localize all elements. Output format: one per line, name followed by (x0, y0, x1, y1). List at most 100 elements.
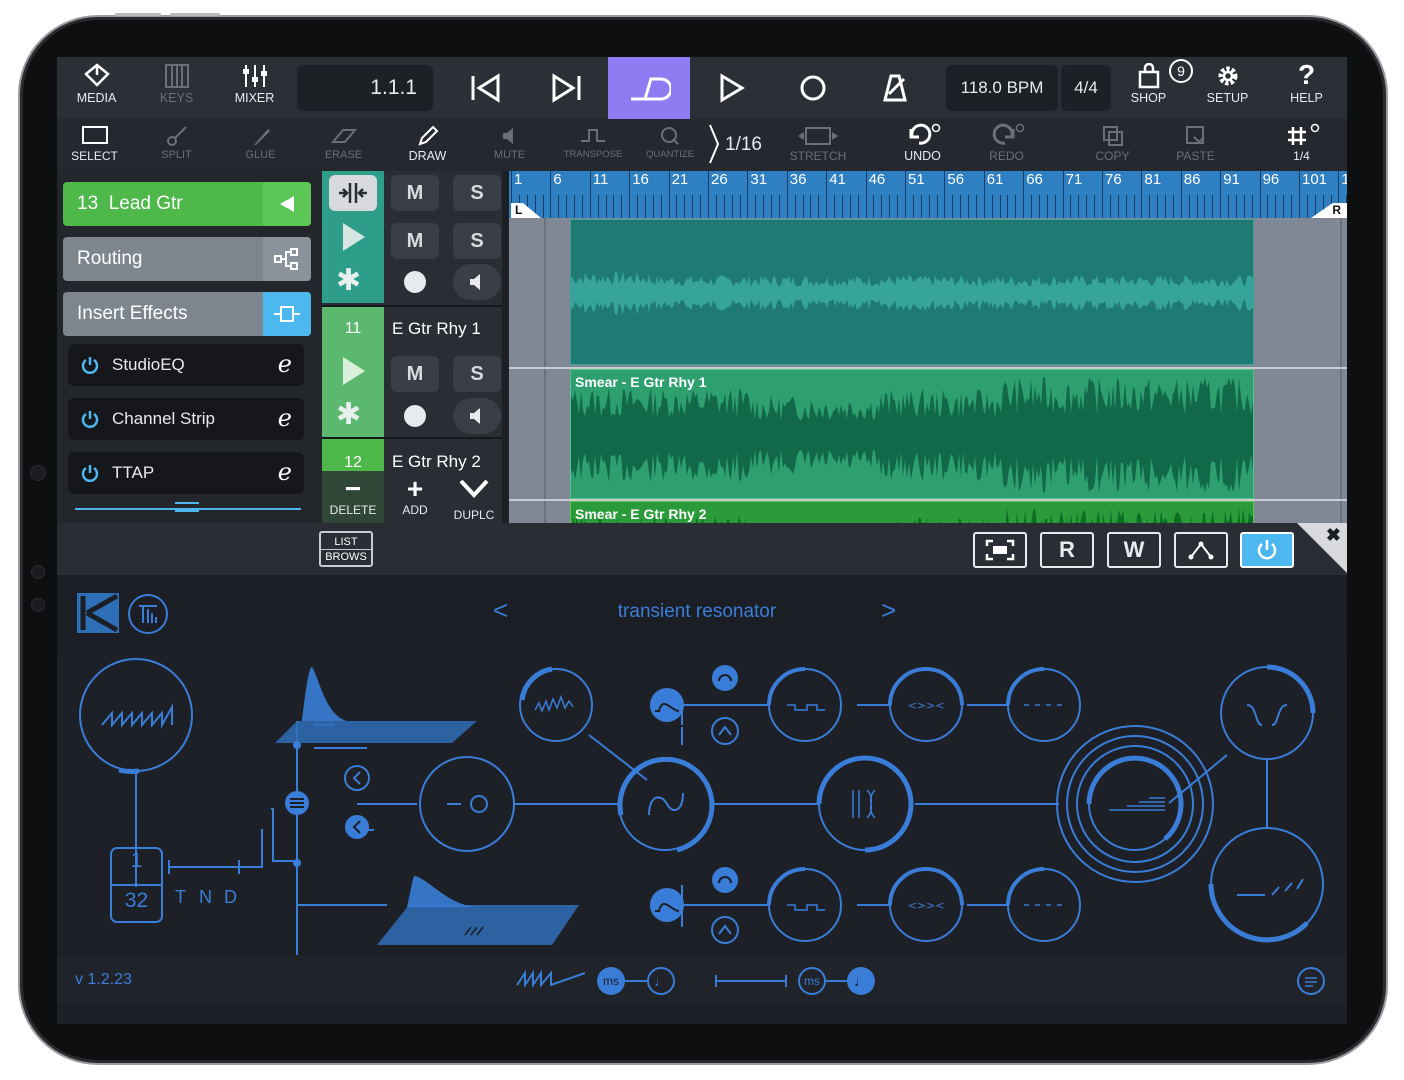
ruler-bar-number: 91 (1223, 171, 1240, 188)
ruler-tick (1283, 195, 1285, 218)
record-enable-button[interactable] (391, 264, 439, 300)
list-browse-button[interactable]: LIST BROWS (319, 531, 373, 567)
plugin-slot[interactable]: TTAP e (68, 452, 304, 494)
copy-button[interactable]: COPY (1085, 125, 1140, 163)
add-track-button[interactable]: + ADD (384, 475, 446, 518)
mute-button[interactable]: M (391, 356, 439, 392)
track-name[interactable]: E Gtr Rhy 1 (392, 319, 481, 339)
plugin-menu-button[interactable] (1297, 967, 1325, 995)
insert-effects-section[interactable]: Insert Effects (63, 292, 311, 336)
copy-icon (1102, 126, 1123, 146)
monitor-icon[interactable] (335, 353, 371, 394)
monitor-speaker-button[interactable] (453, 398, 501, 434)
insert-icon-button[interactable] (263, 292, 311, 336)
freeze-icon[interactable]: ✱ (336, 400, 361, 430)
glue-tool[interactable]: GLUE (233, 125, 288, 161)
stretch-tool[interactable]: STRETCH (787, 125, 849, 163)
record-enable-button[interactable] (391, 398, 439, 434)
go-to-start-button[interactable] (444, 57, 526, 119)
ruler-tick (723, 195, 725, 218)
setup-button[interactable]: SETUP (1200, 63, 1255, 105)
write-automation-button[interactable]: W (1107, 532, 1161, 568)
mute-button[interactable]: M (391, 223, 439, 259)
play-button[interactable] (690, 57, 772, 119)
routing-section[interactable]: Routing (63, 237, 311, 281)
solo-button[interactable]: S (453, 223, 501, 259)
edit-icon[interactable]: e (278, 352, 292, 376)
delete-track-button[interactable]: − DELETE (322, 475, 384, 518)
rate-numerator[interactable]: 1 (111, 849, 162, 873)
edit-icon[interactable]: e (278, 406, 292, 430)
tnd-n[interactable]: N (199, 887, 212, 908)
note-toggle[interactable]: ♩ (647, 967, 675, 995)
draw-tool[interactable]: DRAW (400, 125, 455, 163)
monitor-speaker-button[interactable] (453, 264, 501, 300)
tnd-d[interactable]: D (224, 887, 237, 908)
split-tool[interactable]: SPLIT (149, 125, 204, 161)
help-button[interactable]: ? HELP (1279, 61, 1334, 106)
arrange-window: 1 6 11 16 21 26 31 36 41 46 51 56 61 66 71 76 81 86 91 96 10… (509, 171, 1347, 581)
ms-toggle-off[interactable]: ms (798, 967, 826, 995)
ruler[interactable]: 1 6 11 16 21 26 31 36 41 46 51 56 61 66 71 76 81 86 91 96 10… (509, 171, 1347, 218)
plugin-slot[interactable]: Channel Strip e (68, 398, 304, 440)
freeze-icon[interactable]: ✱ (336, 266, 361, 296)
metronome-button[interactable] (854, 57, 936, 119)
power-icon[interactable] (80, 355, 100, 375)
cycle-button[interactable] (608, 57, 690, 119)
read-automation-button[interactable]: R (1040, 532, 1094, 568)
erase-tool[interactable]: ERASE (316, 125, 371, 161)
edit-icon[interactable]: e (278, 460, 292, 484)
fit-window-button[interactable] (973, 532, 1027, 568)
quantize-value[interactable]: 1/16 (725, 134, 762, 156)
preset-prev-button[interactable]: < (493, 595, 508, 626)
inspector-track-header[interactable]: 13 Lead Gtr (63, 182, 311, 226)
solo-button[interactable]: S (453, 356, 501, 392)
ruler-tick (834, 195, 836, 218)
grid-button[interactable]: 1/4 (1274, 123, 1329, 163)
go-to-end-button[interactable] (526, 57, 608, 119)
paste-button[interactable]: PASTE (1168, 125, 1223, 163)
audio-event[interactable]: Smear - E Gtr Rhy 1 (570, 369, 1254, 499)
waveform (571, 271, 1253, 315)
signature-display[interactable]: 4/4 (1061, 65, 1111, 111)
redo-button[interactable]: REDO (979, 123, 1034, 163)
mute-tool[interactable]: MUTE (482, 125, 537, 161)
position-display[interactable]: 1.1.1 (297, 65, 433, 111)
routing-icon-button[interactable] (263, 237, 311, 281)
duplicate-track-button[interactable]: DUPLC (446, 475, 502, 522)
rate-denominator[interactable]: 32 (111, 889, 162, 913)
preset-name[interactable]: transient resonator (577, 601, 817, 623)
automation-curve-button[interactable] (1174, 532, 1228, 568)
tnd-t[interactable]: T (175, 887, 186, 908)
resize-grip-icon[interactable] (175, 502, 199, 512)
undo-button[interactable]: UNDO (895, 123, 950, 163)
quantize-tool[interactable]: QUANTIZE (639, 125, 701, 160)
transpose-tool[interactable]: TRANSPOSE (559, 125, 627, 160)
track-name[interactable]: E Gtr Rhy 2 (392, 452, 481, 472)
media-button[interactable]: MEDIA (69, 63, 124, 105)
power-icon[interactable] (80, 463, 100, 483)
preset-next-button[interactable]: > (881, 595, 896, 626)
note-toggle-on[interactable]: ♩ (847, 967, 875, 995)
mixer-button[interactable]: MIXER (227, 63, 282, 105)
monitor-icon[interactable] (335, 219, 371, 260)
collapse-button[interactable] (263, 182, 311, 226)
shop-button[interactable]: SHOP (1121, 63, 1176, 105)
tempo-display[interactable]: 118.0 BPM (946, 65, 1058, 111)
plugin-slot[interactable]: StudioEQ e (68, 344, 304, 386)
mute-all-button[interactable]: M (391, 175, 439, 211)
ruler-tick (700, 195, 702, 218)
ruler-tick (652, 195, 654, 218)
ruler-tick (1094, 195, 1096, 218)
select-tool[interactable]: SELECT (67, 125, 122, 163)
power-icon[interactable] (80, 409, 100, 429)
plugin-bypass-button[interactable] (1240, 532, 1294, 568)
keys-button[interactable]: KEYS (149, 63, 204, 105)
track-arrow-button[interactable] (329, 175, 377, 211)
record-button[interactable] (772, 57, 854, 119)
triangle-left-icon (280, 196, 294, 212)
ms-toggle-on[interactable]: ms (597, 967, 625, 995)
ruler-tick (960, 195, 962, 218)
solo-all-button[interactable]: S (453, 175, 501, 211)
audio-event[interactable] (570, 219, 1254, 365)
